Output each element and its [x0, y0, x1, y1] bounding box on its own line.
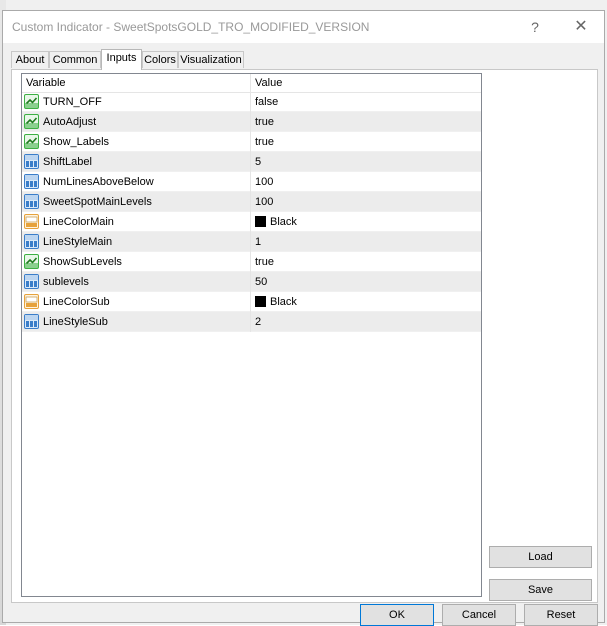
color-icon — [24, 294, 39, 309]
variable-name: LineColorMain — [43, 216, 114, 228]
variable-name: LineStyleMain — [43, 236, 113, 248]
cell-divider — [250, 312, 251, 332]
variable-value[interactable]: Black — [270, 216, 297, 228]
variable-value[interactable]: true — [255, 116, 274, 128]
bool-icon — [24, 114, 39, 129]
bool-icon — [24, 254, 39, 269]
variable-name: SweetSpotMainLevels — [43, 196, 152, 208]
variable-name: sublevels — [43, 276, 89, 288]
cell-divider — [250, 192, 251, 212]
table-row[interactable]: sublevels 50 — [22, 272, 481, 292]
cell-divider — [250, 172, 251, 192]
table-row[interactable]: ShowSubLevels true — [22, 252, 481, 272]
variable-value[interactable]: 2 — [255, 316, 261, 328]
column-header-variable[interactable]: Variable — [26, 77, 66, 89]
table-row[interactable]: ShiftLabel 5 — [22, 152, 481, 172]
reset-button[interactable]: Reset — [524, 604, 598, 626]
table-row[interactable]: NumLinesAboveBelow 100 — [22, 172, 481, 192]
cell-divider — [250, 92, 251, 112]
bool-icon — [24, 94, 39, 109]
variable-name: AutoAdjust — [43, 116, 97, 128]
inputs-grid: Variable Value TURN_OFF false AutoAdjust tr… — [21, 73, 482, 597]
integer-icon — [24, 154, 39, 169]
cell-divider — [250, 232, 251, 252]
cell-divider — [250, 252, 251, 272]
bool-icon — [24, 134, 39, 149]
title-bar[interactable]: Custom Indicator - SweetSpotsGOLD_TRO_MO… — [3, 11, 604, 43]
variable-name: ShowSubLevels — [43, 256, 122, 268]
column-header-value[interactable]: Value — [255, 77, 282, 89]
variable-value[interactable]: 50 — [255, 276, 267, 288]
tab-visualization[interactable]: Visualization — [178, 51, 244, 68]
variable-name: TURN_OFF — [43, 96, 102, 108]
cell-divider — [250, 132, 251, 152]
table-row[interactable]: TURN_OFF false — [22, 92, 481, 112]
integer-icon — [24, 174, 39, 189]
variable-value[interactable]: 100 — [255, 176, 273, 188]
grid-header: Variable Value — [22, 74, 481, 93]
tab-about[interactable]: About — [11, 51, 49, 68]
tab-colors[interactable]: Colors — [142, 51, 178, 68]
variable-value[interactable]: 5 — [255, 156, 261, 168]
variable-value[interactable]: true — [255, 256, 274, 268]
help-icon[interactable]: ? — [513, 15, 557, 39]
tab-common[interactable]: Common — [49, 51, 101, 68]
table-row[interactable]: Show_Labels true — [22, 132, 481, 152]
column-divider[interactable] — [250, 74, 251, 92]
cell-divider — [250, 152, 251, 172]
color-swatch — [255, 296, 266, 307]
cell-divider — [250, 212, 251, 232]
cancel-button[interactable]: Cancel — [442, 604, 516, 626]
load-button[interactable]: Load — [489, 546, 592, 568]
integer-icon — [24, 274, 39, 289]
integer-icon — [24, 234, 39, 249]
variable-value[interactable]: 100 — [255, 196, 273, 208]
save-button[interactable]: Save — [489, 579, 592, 601]
variable-value[interactable]: 1 — [255, 236, 261, 248]
variable-value[interactable]: false — [255, 96, 278, 108]
close-icon[interactable]: ✕ — [559, 15, 603, 39]
variable-name: LineColorSub — [43, 296, 110, 308]
table-row[interactable]: SweetSpotMainLevels 100 — [22, 192, 481, 212]
window-title: Custom Indicator - SweetSpotsGOLD_TRO_MO… — [12, 20, 370, 34]
table-row[interactable]: LineColorMain Black — [22, 212, 481, 232]
integer-icon — [24, 194, 39, 209]
color-icon — [24, 214, 39, 229]
variable-name: LineStyleSub — [43, 316, 108, 328]
inputs-panel: Variable Value TURN_OFF false AutoAdjust tr… — [11, 69, 598, 603]
variable-name: ShiftLabel — [43, 156, 92, 168]
variable-value[interactable]: Black — [270, 296, 297, 308]
table-row[interactable]: LineColorSub Black — [22, 292, 481, 312]
cell-divider — [250, 112, 251, 132]
color-swatch — [255, 216, 266, 227]
table-row[interactable]: AutoAdjust true — [22, 112, 481, 132]
custom-indicator-dialog: Custom Indicator - SweetSpotsGOLD_TRO_MO… — [2, 10, 605, 626]
table-row[interactable]: LineStyleMain 1 — [22, 232, 481, 252]
variable-name: NumLinesAboveBelow — [43, 176, 154, 188]
variable-name: Show_Labels — [43, 136, 110, 148]
variable-value[interactable]: true — [255, 136, 274, 148]
tab-inputs[interactable]: Inputs — [101, 49, 142, 70]
integer-icon — [24, 314, 39, 329]
cell-divider — [250, 272, 251, 292]
ok-button[interactable]: OK — [360, 604, 434, 626]
table-row[interactable]: LineStyleSub 2 — [22, 312, 481, 332]
cell-divider — [250, 292, 251, 312]
